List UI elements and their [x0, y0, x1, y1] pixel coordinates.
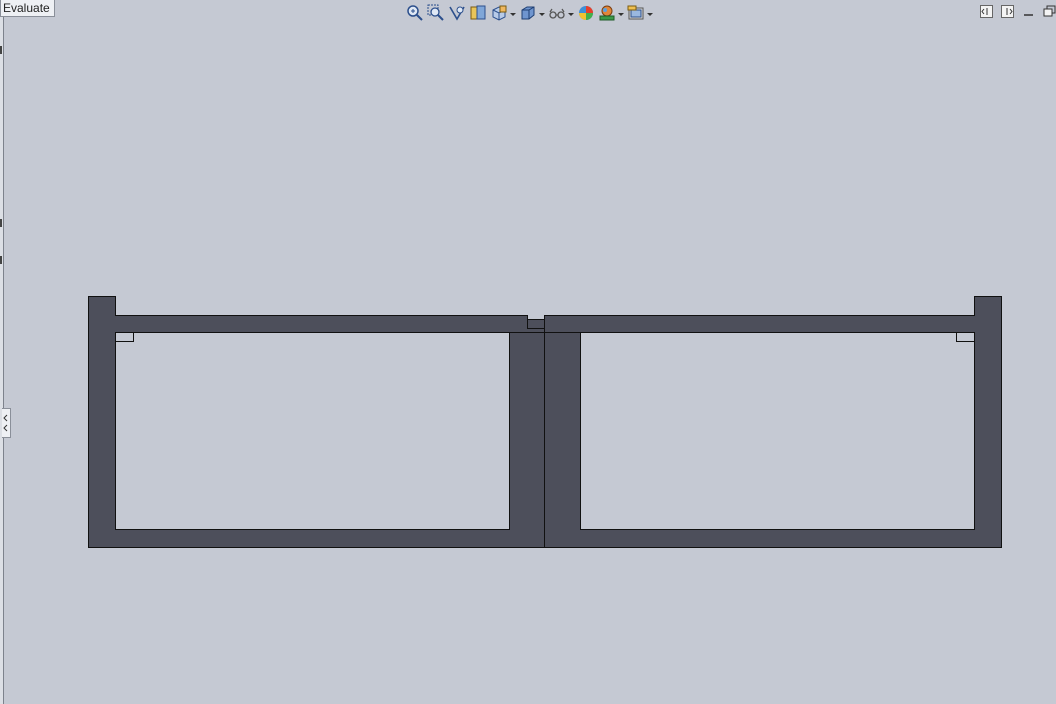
section-profile-drawing[interactable] [0, 0, 1056, 704]
left-box-profile [88, 296, 545, 548]
right-lip [956, 332, 975, 342]
left-lip [115, 332, 134, 342]
right-box-profile [527, 296, 1002, 548]
graphics-area[interactable]: Evaluate [0, 0, 1056, 704]
